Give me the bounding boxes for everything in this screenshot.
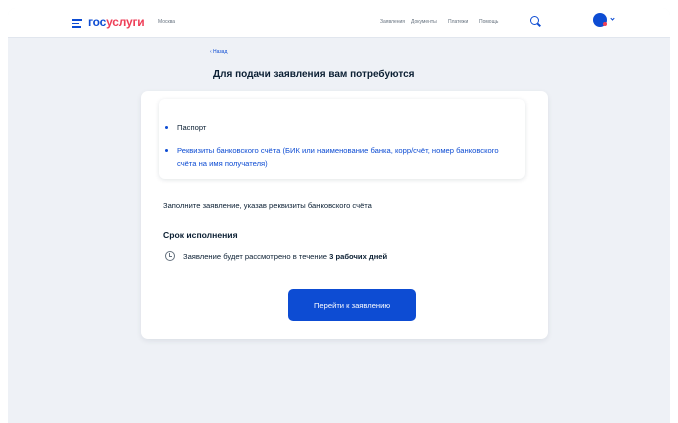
requirement-passport: Паспорт xyxy=(165,121,206,134)
search-icon[interactable] xyxy=(530,16,539,25)
notification-dot xyxy=(603,22,607,26)
nav-applications[interactable]: Заявления xyxy=(380,19,405,25)
service-card: Паспорт Реквизиты банковского счёта (БИК… xyxy=(141,91,548,339)
term-text: Заявление будет рассмотрено в течение 3 … xyxy=(183,252,388,261)
go-to-application-button[interactable]: Перейти к заявлению xyxy=(288,289,416,321)
page-title: Для подачи заявления вам потребуются xyxy=(213,69,415,80)
top-header: госуслуги Москва Заявления Документы Пла… xyxy=(8,8,670,38)
clock-icon xyxy=(165,251,175,261)
requirement-bank-details[interactable]: Реквизиты банковского счёта (БИК или наи… xyxy=(165,144,507,170)
nav-documents[interactable]: Документы xyxy=(411,19,437,25)
term-title: Срок исполнения xyxy=(163,230,238,240)
gosuslugi-logo[interactable]: госуслуги xyxy=(88,15,145,29)
fill-instruction: Заполните заявление, указав реквизиты ба… xyxy=(163,201,372,210)
bullet-icon xyxy=(165,126,168,129)
avatar-icon[interactable] xyxy=(593,13,607,27)
browser-viewport: госуслуги Москва Заявления Документы Пла… xyxy=(8,8,670,423)
bullet-icon xyxy=(165,149,168,152)
menu-icon[interactable] xyxy=(72,19,82,28)
requirements-box: Паспорт Реквизиты банковского счёта (БИК… xyxy=(159,99,525,179)
city-selector[interactable]: Москва xyxy=(158,19,175,25)
back-link[interactable]: ‹ Назад xyxy=(210,49,227,55)
chevron-down-icon[interactable] xyxy=(610,16,615,21)
nav-help[interactable]: Помощь xyxy=(479,19,498,25)
nav-payments[interactable]: Платежи xyxy=(448,19,468,25)
